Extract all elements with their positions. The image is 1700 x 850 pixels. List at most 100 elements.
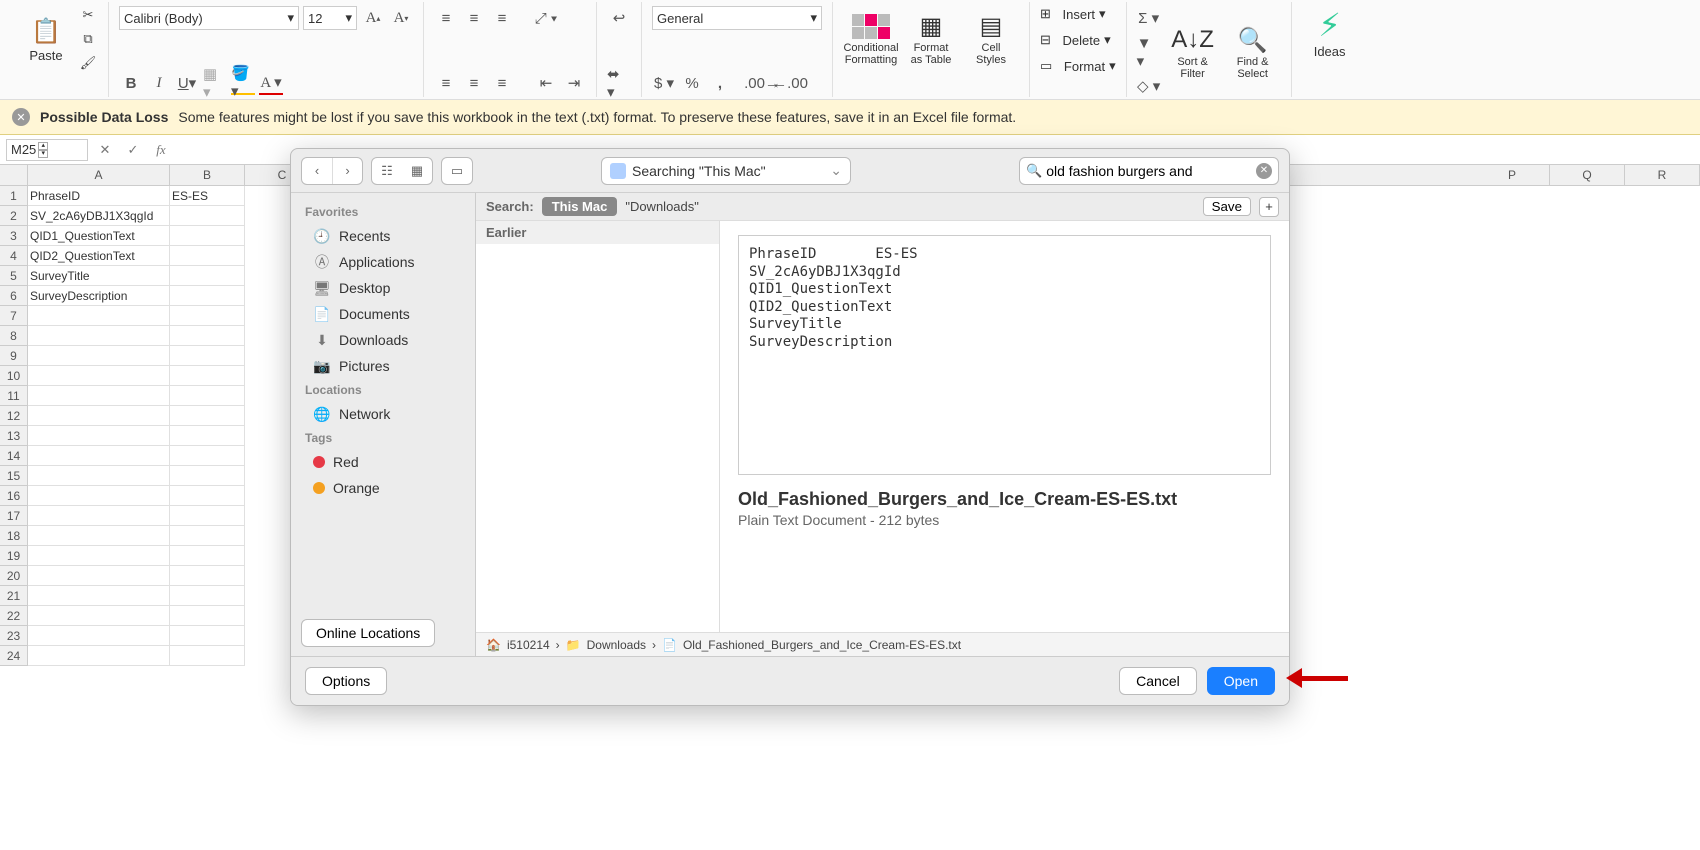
align-center-button[interactable]: ≡ [462, 71, 486, 95]
location-dropdown[interactable]: Searching "This Mac" ⌄ [601, 157, 851, 185]
sort-filter-button[interactable]: A↓Z Sort & Filter [1165, 20, 1221, 84]
row-header[interactable]: 2 [0, 206, 28, 226]
row-header[interactable]: 7 [0, 306, 28, 326]
cell[interactable] [28, 406, 170, 426]
cell[interactable] [170, 246, 245, 266]
row-header[interactable]: 21 [0, 586, 28, 606]
merge-button[interactable]: ⬌ ▾ [607, 71, 631, 95]
search-input[interactable] [1046, 163, 1252, 179]
row-header[interactable]: 11 [0, 386, 28, 406]
cell[interactable] [170, 466, 245, 486]
cell[interactable] [170, 486, 245, 506]
select-all-corner[interactable] [0, 165, 28, 185]
format-painter-button[interactable]: 🖌 [78, 54, 98, 72]
cell[interactable] [28, 546, 170, 566]
warning-close-button[interactable]: ✕ [12, 108, 30, 126]
cell[interactable] [28, 466, 170, 486]
col-header-a[interactable]: A [28, 165, 170, 185]
sidebar-item-recents[interactable]: 🕘Recents [291, 223, 475, 249]
sidebar-item-network[interactable]: 🌐Network [291, 401, 475, 427]
cell[interactable] [28, 366, 170, 386]
cell[interactable] [28, 606, 170, 626]
row-header[interactable]: 5 [0, 266, 28, 286]
enter-formula-button[interactable]: ✓ [122, 142, 144, 158]
decrease-font-button[interactable]: A▾ [389, 6, 413, 30]
online-locations-button[interactable]: Online Locations [301, 619, 435, 647]
cell-styles-button[interactable]: ▤ Cell Styles [963, 6, 1019, 70]
border-button[interactable]: ▦ ▾ [203, 71, 227, 95]
sidebar-item-applications[interactable]: ⒶApplications [291, 249, 475, 275]
row-header[interactable]: 18 [0, 526, 28, 546]
cell[interactable]: SurveyTitle [28, 266, 170, 286]
cell[interactable] [170, 606, 245, 626]
decrease-decimal-button[interactable]: ←.00 [778, 71, 802, 95]
sidebar-tag-red[interactable]: Red [291, 449, 475, 475]
sidebar-item-desktop[interactable]: 🖥Desktop [291, 275, 475, 301]
fx-button[interactable]: fx [150, 142, 172, 158]
row-header[interactable]: 4 [0, 246, 28, 266]
decrease-indent-button[interactable]: ⇤ [534, 71, 558, 95]
sidebar-tag-orange[interactable]: Orange [291, 475, 475, 501]
cell[interactable] [28, 526, 170, 546]
row-header[interactable]: 16 [0, 486, 28, 506]
cell[interactable] [28, 626, 170, 646]
clear-button[interactable]: ◇ ▾ [1137, 74, 1161, 98]
row-header[interactable]: 20 [0, 566, 28, 586]
font-size-combo[interactable]: 12▾ [303, 6, 357, 30]
cell[interactable] [170, 526, 245, 546]
save-search-button[interactable]: Save [1203, 197, 1251, 216]
cell[interactable] [170, 386, 245, 406]
paste-button[interactable]: 📋 Paste [18, 12, 74, 67]
cell[interactable] [170, 326, 245, 346]
cell[interactable] [170, 286, 245, 306]
ideas-button[interactable]: ⚡︎ Ideas [1302, 6, 1358, 59]
autosum-button[interactable]: Σ ▾ [1137, 6, 1161, 30]
fill-button[interactable]: ▼ ▾ [1137, 40, 1161, 64]
row-header[interactable]: 3 [0, 226, 28, 246]
italic-button[interactable]: I [147, 71, 171, 95]
scope-this-mac[interactable]: This Mac [542, 197, 618, 216]
cell[interactable] [28, 326, 170, 346]
cell[interactable] [28, 446, 170, 466]
copy-button[interactable]: ⧉ [78, 30, 98, 48]
cell[interactable] [170, 206, 245, 226]
path-file[interactable]: Old_Fashioned_Burgers_and_Ice_Cream-ES-E… [683, 638, 961, 652]
cell[interactable] [170, 266, 245, 286]
cell[interactable] [170, 306, 245, 326]
bold-button[interactable]: B [119, 71, 143, 95]
cell[interactable] [28, 346, 170, 366]
column-view-button[interactable]: ☷ [372, 158, 402, 184]
align-top-button[interactable]: ≡ [434, 6, 458, 30]
format-as-table-button[interactable]: ▦ Format as Table [903, 6, 959, 70]
cell[interactable] [170, 366, 245, 386]
cell[interactable] [170, 646, 245, 666]
cell[interactable] [170, 566, 245, 586]
cell[interactable]: ES-ES [170, 186, 245, 206]
row-header[interactable]: 12 [0, 406, 28, 426]
row-header[interactable]: 15 [0, 466, 28, 486]
conditional-formatting-button[interactable]: Conditional Formatting [843, 6, 899, 70]
increase-indent-button[interactable]: ⇥ [562, 71, 586, 95]
group-button[interactable]: ▭ [442, 158, 472, 184]
row-header[interactable]: 24 [0, 646, 28, 666]
number-format-combo[interactable]: General▾ [652, 6, 822, 30]
col-header-b[interactable]: B [170, 165, 245, 185]
fill-color-button[interactable]: 🪣 ▾ [231, 71, 255, 95]
delete-menu[interactable]: ⊟ Delete ▾ [1040, 32, 1116, 48]
cell[interactable] [170, 586, 245, 606]
cell[interactable]: PhraseID [28, 186, 170, 206]
cell[interactable] [28, 306, 170, 326]
cut-button[interactable]: ✂︎ [78, 6, 98, 24]
options-button[interactable]: Options [305, 667, 387, 695]
open-button[interactable]: Open [1207, 667, 1275, 695]
row-header[interactable]: 6 [0, 286, 28, 306]
cell[interactable] [28, 426, 170, 446]
sidebar-item-documents[interactable]: 📄Documents [291, 301, 475, 327]
row-header[interactable]: 8 [0, 326, 28, 346]
path-user[interactable]: i510214 [507, 638, 550, 652]
cell[interactable] [170, 626, 245, 646]
cell[interactable] [170, 506, 245, 526]
font-name-combo[interactable]: Calibri (Body)▾ [119, 6, 299, 30]
grid-view-button[interactable]: ▦ [402, 158, 432, 184]
align-bottom-button[interactable]: ≡ [490, 6, 514, 30]
